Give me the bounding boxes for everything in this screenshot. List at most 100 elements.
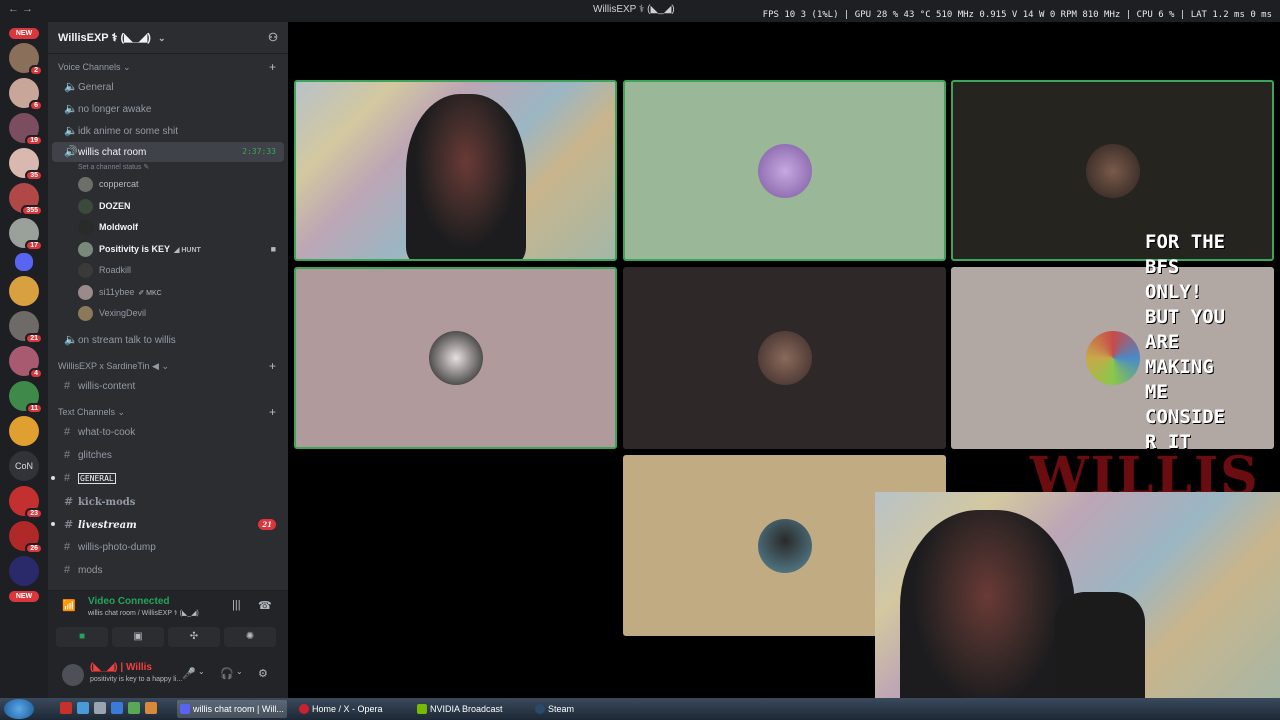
microphone-icon[interactable]: 🎤 [182,667,196,680]
start-button[interactable] [4,699,34,719]
server-icon[interactable] [9,276,39,306]
server-icon[interactable]: 23 [9,486,43,519]
server-con[interactable]: CoN [9,451,39,481]
text-channel-photo-dump[interactable]: # willis-photo-dump [52,536,284,559]
voice-user[interactable]: coppercat [48,174,288,196]
app-icon[interactable] [111,702,123,714]
gear-icon[interactable]: ⚙ [258,667,268,680]
server-icon[interactable]: 26 [9,521,43,554]
add-channel-icon[interactable]: + [269,357,276,375]
server-badge: 2 [29,65,43,76]
headphones-icon[interactable]: 🎧 [220,667,234,680]
add-channel-icon[interactable]: + [269,403,276,421]
category-text[interactable]: Text Channels ⌄ + [48,403,288,421]
server-icon[interactable]: 6 [9,78,43,111]
speaker-icon: 🔈 [64,125,78,137]
hash-icon: # [64,448,71,461]
task-steam[interactable]: Steam [532,700,642,718]
voice-channel-on-stream[interactable]: 🔈on stream talk to willis [52,329,284,351]
task-nvidia[interactable]: NVIDIA Broadcast [414,700,524,718]
text-channel-kick-mods[interactable]: # kick-mods [52,490,284,513]
disconnect-icon[interactable]: ☎ [258,599,272,612]
voice-user[interactable]: Positivity is KEY ◢ HUNT ■ [48,239,288,261]
video-tile-user[interactable] [623,80,946,261]
tag-label: MKC [146,289,162,297]
overlay-line: BUT YOU [1145,306,1226,328]
user-name[interactable]: (◣_◢) | Willis [90,662,152,673]
voice-channel-general[interactable]: 🔈General [52,76,284,98]
voice-channel-willis-chat-room[interactable]: 🔊willis chat room 2:37:33 [52,142,284,162]
channel-label: willis chat room [78,147,147,158]
set-status-link[interactable]: Set a channel status ✎ [48,162,288,174]
app-icon[interactable] [77,702,89,714]
server-icon[interactable]: 17 [9,218,43,251]
avatar[interactable] [62,664,84,686]
voice-channel-anime[interactable]: 🔈idk anime or some shit [52,120,284,142]
webcam-overlay [875,492,1280,720]
text-channel-general[interactable]: # GENERAL [51,467,284,490]
screen-share-button[interactable]: ▣ [112,627,164,647]
server-badge: 11 [25,403,43,414]
text-channel-willis-content[interactable]: # willis-content [52,375,284,397]
voice-user[interactable]: Moldwolf [48,217,288,239]
noise-suppression-icon[interactable]: ||| [232,599,241,611]
folder-icon[interactable] [15,253,33,271]
text-channel-what-to-cook[interactable]: # what-to-cook [52,421,284,444]
voice-user[interactable]: VexingDevil [48,303,288,325]
add-channel-icon[interactable]: + [269,58,276,76]
chevron-down-icon[interactable]: ⌄ [236,667,243,676]
camera-button[interactable]: ■ [56,627,108,647]
task-label: Home / X - Opera [312,704,383,714]
soundboard-button[interactable]: ✺ [224,627,276,647]
video-tile-user[interactable] [623,267,946,449]
server-icon[interactable]: 355 [9,183,43,216]
server-icon[interactable]: 4 [9,346,43,379]
server-badge: 21 [25,333,43,344]
voice-channel-no-longer-awake[interactable]: 🔈no longer awake [52,98,284,120]
app-icon[interactable] [128,702,140,714]
category-collab[interactable]: WillisEXP x SardineTin ◀ ⌄ + [48,357,288,375]
text-channel-livestream[interactable]: # livestream 21 [51,513,284,536]
avatar [78,263,93,279]
server-icon[interactable]: 11 [9,381,43,414]
video-tile-user[interactable] [294,267,617,449]
text-channel-mods[interactable]: # mods [52,559,284,582]
server-header[interactable]: WillisEXP ⚕ (◣_◢) ⌄ ⚇ [48,22,288,54]
camera-icon: ■ [270,243,276,254]
app-icon[interactable] [145,702,157,714]
new-badge: NEW [9,591,39,602]
unread-dot [51,521,55,526]
activities-button[interactable]: ✣ [168,627,220,647]
back-forward-icon[interactable]: ← → [8,3,33,15]
user-name: DOZEN [99,200,131,211]
overlay-line: MAKING [1145,356,1214,378]
text-channel-glitches[interactable]: # glitches [52,444,284,467]
channel-label: General [78,82,114,93]
speaker-icon: 🔈 [64,103,78,115]
channel-label: kick-mods [78,496,136,508]
app-icon[interactable] [60,702,72,714]
connection-location[interactable]: willis chat room / WillisEXP ⚕ (◣_◢) [88,609,199,617]
chevron-down-icon[interactable]: ⌄ [198,667,205,676]
server-icon[interactable]: 2 [9,43,43,76]
taskbar: willis chat room | Will... Home / X - Op… [0,698,1280,720]
game-tag: ✐ MKC [138,289,162,297]
voice-user[interactable]: Roadkill [48,260,288,282]
video-tile-webcam[interactable] [294,80,617,261]
server-icon[interactable]: 21 [9,311,43,344]
task-discord[interactable]: willis chat room | Will... [177,700,287,718]
app-icon[interactable] [94,702,106,714]
server-icon[interactable] [9,416,39,446]
server-badge: 26 [25,543,43,554]
server-icon[interactable]: 35 [9,148,43,181]
voice-user[interactable]: DOZEN [48,196,288,218]
voice-user[interactable]: si11ybee ✐ MKC [48,282,288,304]
connection-status[interactable]: Video Connected [88,596,170,607]
server-icon[interactable]: 19 [9,113,43,146]
server-icon[interactable] [9,556,39,586]
channel-label: mods [78,564,103,576]
task-opera[interactable]: Home / X - Opera [296,700,406,718]
avatar [1085,143,1140,198]
invite-icon[interactable]: ⚇ [268,31,278,44]
category-voice[interactable]: Voice Channels ⌄ + [48,58,288,76]
